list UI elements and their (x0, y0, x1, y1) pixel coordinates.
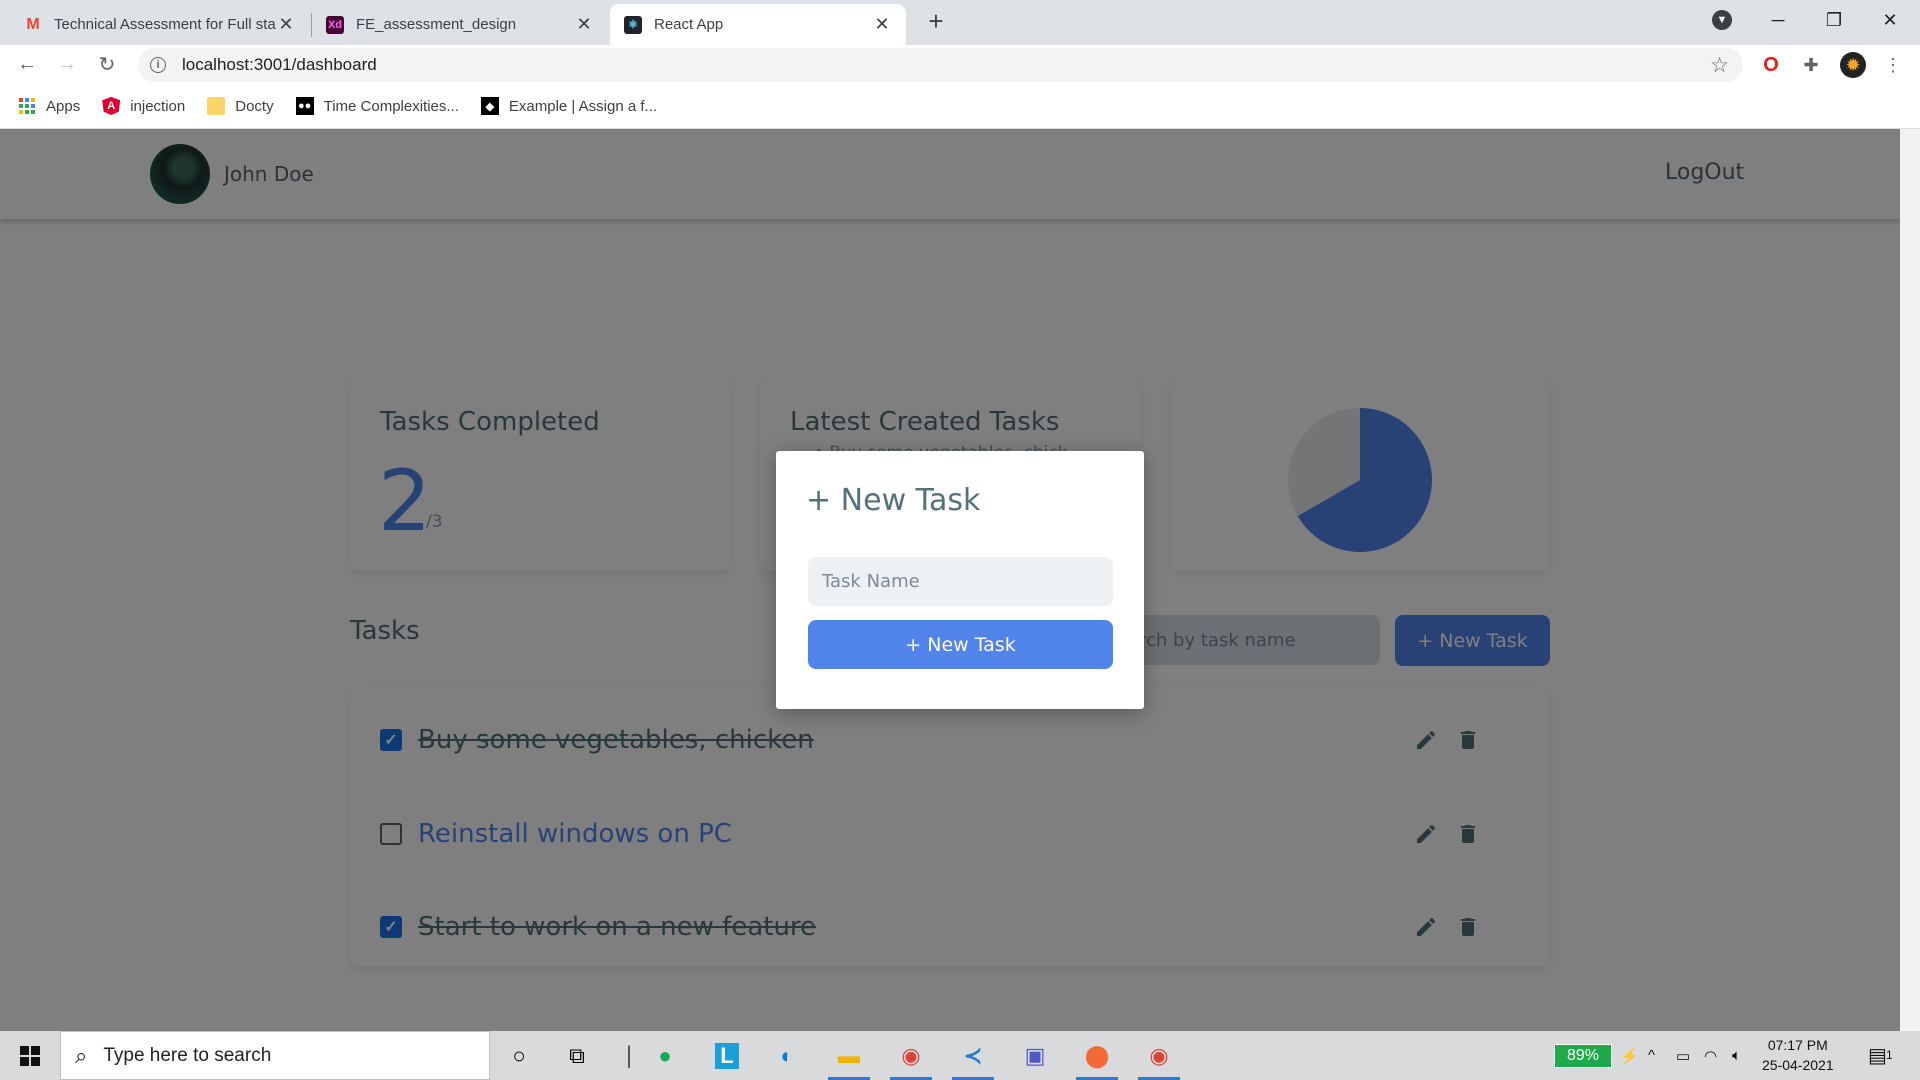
edge-icon[interactable]: ◐ (760, 1031, 814, 1080)
forward-button[interactable]: → (52, 49, 82, 79)
vscode-icon[interactable]: ≺ (946, 1031, 1000, 1080)
back-button[interactable]: ← (12, 49, 42, 79)
bookmarks-bar: Apps A injection Docty ●● Time Complexit… (0, 84, 1920, 129)
codepen-icon: ◆ (480, 97, 499, 115)
medium-icon: ●● (295, 97, 314, 115)
modal-title: + New Task (806, 483, 981, 518)
arrow-left-icon: ← (17, 52, 37, 75)
tab-xd[interactable]: Xd FE_assessment_design ✕ (312, 4, 608, 45)
postman-icon[interactable]: ⬤ (1070, 1031, 1124, 1080)
bookmark-example[interactable]: ◆ Example | Assign a f... (480, 97, 658, 115)
bookmark-star-icon[interactable]: ☆ (1710, 53, 1729, 78)
windows-icon (20, 1045, 40, 1066)
opera-extension-icon[interactable]: O (1758, 52, 1784, 78)
clock-date: 25-04-2021 (1762, 1057, 1834, 1073)
task-name-input[interactable] (808, 557, 1113, 606)
battery-icon[interactable]: ▭ (1676, 1031, 1690, 1080)
tab-title: FE_assessment_design (356, 16, 517, 33)
mongodb-compass-icon[interactable]: ● (638, 1031, 692, 1080)
file-explorer-icon[interactable]: ▬ (822, 1031, 876, 1080)
launcher-l-icon[interactable]: L (700, 1031, 754, 1080)
system-clock[interactable]: 07:17 PM 25-04-2021 (1762, 1035, 1834, 1075)
bookmark-label: Apps (46, 97, 81, 115)
create-task-button[interactable]: + New Task (808, 620, 1113, 669)
close-icon[interactable]: ✕ (276, 14, 296, 35)
task-view-icon[interactable]: ⧉ (550, 1031, 604, 1080)
windows-taskbar: ⌕ Type here to search ○ ⧉ | ● L ◐ ▬ ◉ ≺ … (0, 1031, 1920, 1080)
browser-tab-bar: M Technical Assessment for Full sta ✕ Xd… (0, 0, 1920, 45)
bookmark-label: Docty (235, 97, 274, 115)
xd-icon: Xd (326, 15, 344, 34)
teams-icon[interactable]: ▣ (1008, 1031, 1062, 1080)
url-text: localhost:3001/dashboard (182, 55, 377, 74)
profile-avatar-icon[interactable]: ✹ (1840, 52, 1866, 78)
browser-toolbar: ← → ↻ i localhost:3001/dashboard ☆ O ✚ ✹… (0, 45, 1920, 84)
minimize-button[interactable]: ─ (1750, 0, 1806, 40)
bookmark-apps[interactable]: Apps (18, 97, 80, 115)
clock-time: 07:17 PM (1767, 1037, 1828, 1053)
tab-title: Technical Assessment for Full sta (54, 16, 276, 33)
restore-button[interactable]: ❐ (1806, 0, 1862, 40)
tab-search-button[interactable]: ▼ (1694, 0, 1750, 40)
apps-grid-icon (18, 97, 36, 115)
chevron-up-icon[interactable]: ^ (1648, 1031, 1655, 1080)
new-task-modal: + New Task + New Task (776, 451, 1144, 709)
new-tab-button[interactable]: + (920, 6, 952, 38)
scrollbar[interactable] (1900, 129, 1920, 1031)
tab-gmail[interactable]: M Technical Assessment for Full sta ✕ (10, 4, 310, 45)
react-icon: ⚛ (624, 15, 642, 34)
start-button[interactable] (0, 1031, 60, 1080)
chevron-down-icon: ▼ (1712, 10, 1732, 30)
volume-icon[interactable]: 🔈︎ (1732, 1031, 1741, 1080)
chrome-icon[interactable]: ◉ (1132, 1031, 1186, 1080)
arrow-right-icon: → (57, 52, 77, 75)
reload-button[interactable]: ↻ (92, 49, 122, 79)
wifi-icon[interactable]: ◠ (1704, 1031, 1717, 1080)
bookmark-label: injection (130, 97, 186, 115)
tab-react-app[interactable]: ⚛ React App ✕ (610, 4, 906, 45)
bookmark-injection[interactable]: A injection (102, 97, 185, 115)
folder-icon (207, 97, 226, 115)
battery-indicator[interactable]: 89% (1554, 1044, 1612, 1068)
close-window-button[interactable]: ✕ (1862, 0, 1918, 40)
cortana-icon[interactable]: ○ (492, 1031, 546, 1080)
close-icon[interactable]: ✕ (574, 14, 594, 35)
notifications-icon[interactable]: ▤ (1868, 1031, 1887, 1080)
search-icon: ⌕ (75, 1042, 88, 1068)
address-bar[interactable]: i localhost:3001/dashboard ☆ (138, 48, 1743, 82)
page-viewport: John Doe LogOut Tasks Completed 2 /3 Lat… (0, 129, 1920, 1031)
notification-count: 1 (1886, 1048, 1893, 1062)
reload-icon: ↻ (98, 53, 116, 76)
puzzle-icon[interactable]: ✚ (1798, 52, 1824, 78)
taskbar-search-placeholder: Type here to search (103, 1044, 272, 1066)
tab-title: React App (654, 16, 724, 33)
bookmark-label: Example | Assign a f... (508, 97, 658, 115)
bookmark-docty[interactable]: Docty (207, 97, 274, 115)
gmail-icon: M (26, 15, 40, 33)
chrome-icon[interactable]: ◉ (884, 1031, 938, 1080)
bookmark-label: Time Complexities... (323, 97, 459, 115)
bookmark-time-complexities[interactable]: ●● Time Complexities... (295, 97, 459, 115)
angular-icon: A (102, 97, 121, 115)
taskbar-search[interactable]: ⌕ Type here to search (60, 1031, 490, 1080)
info-icon[interactable]: i (150, 57, 166, 73)
kebab-menu-icon[interactable]: ⋮ (1880, 52, 1906, 78)
close-icon[interactable]: ✕ (872, 14, 892, 35)
plug-icon[interactable]: ⚡ (1620, 1031, 1639, 1080)
